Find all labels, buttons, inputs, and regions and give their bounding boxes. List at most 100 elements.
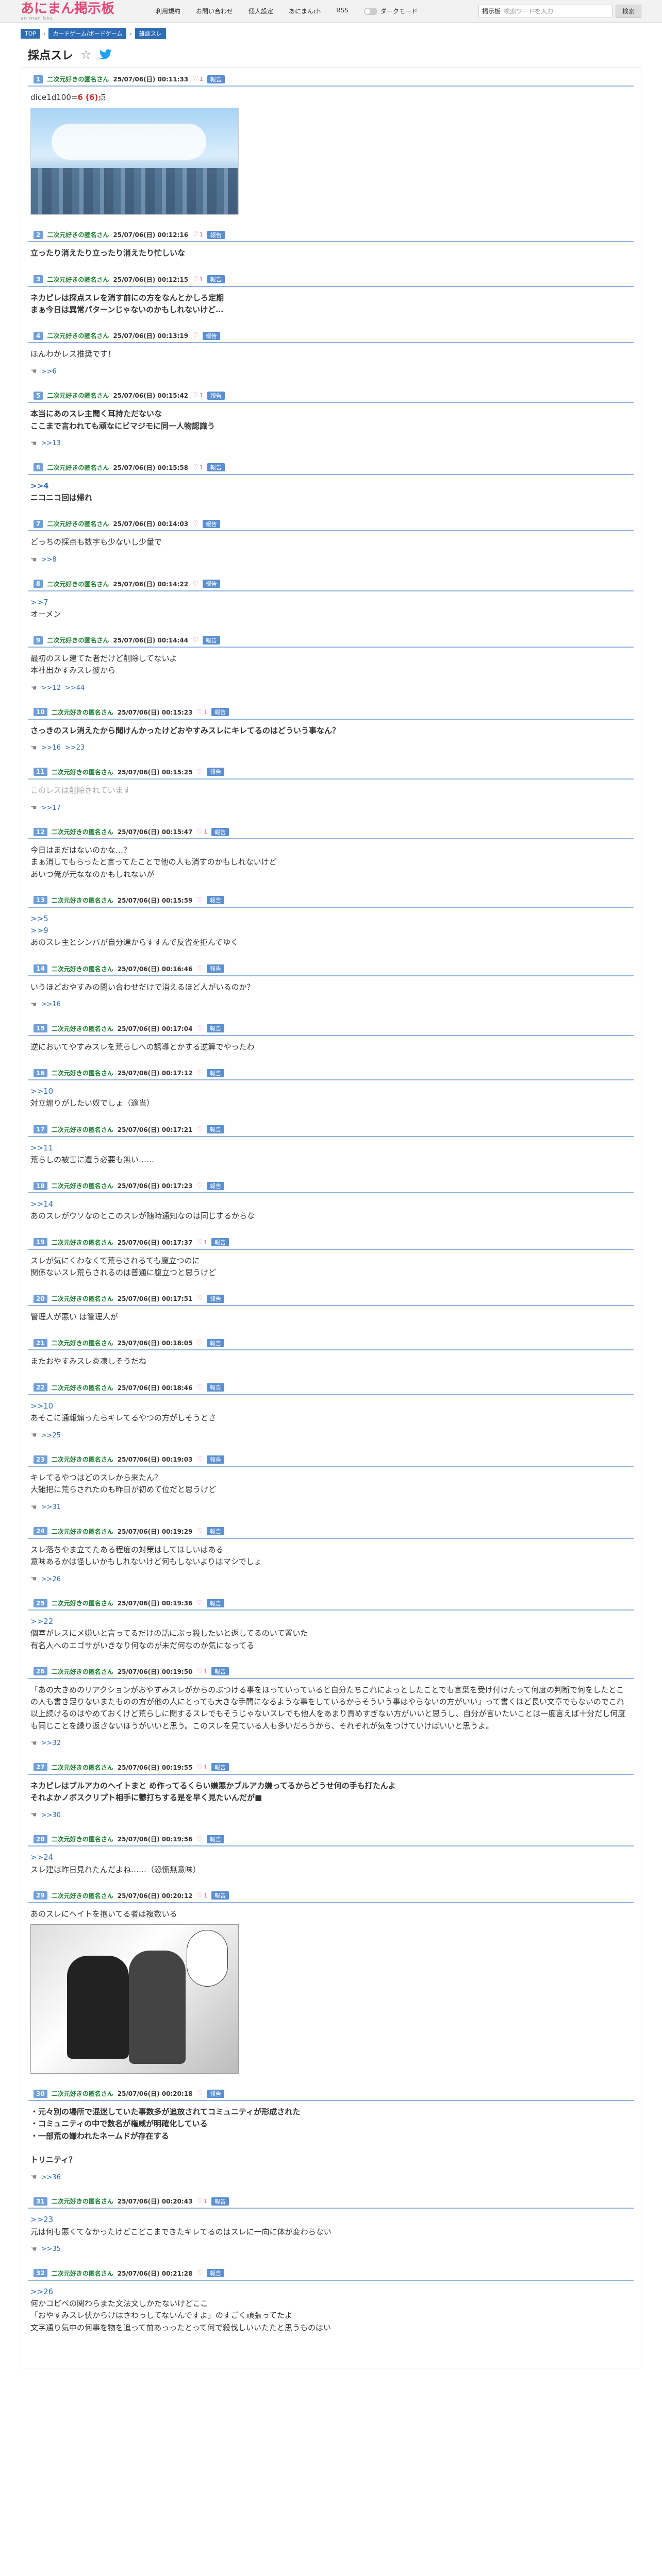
report-button[interactable]: 報告 [207, 1599, 225, 1607]
post-image[interactable] [30, 1924, 239, 2074]
reply-anchor-link[interactable]: >>4 [30, 480, 632, 492]
post-number[interactable]: 9 [34, 636, 43, 645]
post-number[interactable]: 1 [34, 75, 43, 83]
like-heart-icon[interactable]: ♡ [196, 1239, 203, 1246]
twitter-share-icon[interactable] [99, 49, 112, 60]
post-number[interactable]: 8 [34, 580, 43, 588]
reply-link[interactable]: >>12 [41, 684, 61, 692]
reply-link[interactable]: >>17 [41, 804, 61, 812]
reply-anchor-link[interactable]: >>10 [30, 1086, 632, 1097]
reply-link[interactable]: >>23 [65, 744, 85, 752]
favorite-star-icon[interactable]: ☆ [80, 47, 92, 62]
post-number[interactable]: 20 [34, 1294, 47, 1303]
post-number[interactable]: 4 [34, 331, 43, 340]
like-heart-icon[interactable]: ♡ [196, 1339, 203, 1347]
post-number[interactable]: 7 [34, 519, 43, 528]
like-heart-icon[interactable]: ♡ [196, 2090, 203, 2097]
reply-anchor-link[interactable]: >>5 [30, 913, 632, 925]
report-button[interactable]: 報告 [211, 1891, 229, 1900]
report-button[interactable]: 報告 [211, 1667, 229, 1676]
post-number[interactable]: 24 [34, 1527, 47, 1535]
report-button[interactable]: 報告 [207, 463, 225, 472]
like-heart-icon[interactable]: ♡ [196, 896, 203, 904]
report-button[interactable]: 報告 [207, 896, 225, 905]
nav-contact[interactable]: お問い合わせ [196, 7, 233, 15]
like-heart-icon[interactable]: ♡ [196, 1764, 203, 1771]
breadcrumb-board[interactable]: 雑談スレ [135, 28, 166, 39]
reply-link[interactable]: >>6 [41, 368, 57, 376]
like-heart-icon[interactable]: ♡ [196, 708, 203, 716]
post-number[interactable]: 29 [34, 1891, 47, 1900]
report-button[interactable]: 報告 [211, 708, 229, 716]
report-button[interactable]: 報告 [207, 2269, 225, 2278]
post-number[interactable]: 25 [34, 1599, 47, 1607]
post-number[interactable]: 5 [34, 391, 43, 400]
reply-link[interactable]: >>25 [41, 1432, 61, 1439]
like-heart-icon[interactable]: ♡ [192, 231, 198, 239]
report-button[interactable]: 報告 [207, 1069, 225, 1077]
report-button[interactable]: 報告 [207, 2089, 225, 2098]
report-button[interactable]: 報告 [207, 1835, 225, 1843]
darkmode-toggle[interactable]: ダークモード [363, 7, 418, 15]
report-button[interactable]: 報告 [211, 827, 229, 836]
search-input[interactable]: 掲示板 検索ワードを入力 [478, 4, 613, 18]
post-number[interactable]: 32 [34, 2269, 47, 2278]
report-button[interactable]: 報告 [207, 1455, 225, 1464]
reply-anchor-link[interactable]: >>9 [30, 925, 632, 937]
report-button[interactable]: 報告 [211, 2197, 229, 2206]
like-heart-icon[interactable]: ♡ [196, 1069, 203, 1077]
reply-anchor-link[interactable]: >>10 [30, 1400, 632, 1412]
reply-anchor-link[interactable]: >>11 [30, 1142, 632, 1154]
post-number[interactable]: 16 [34, 1069, 47, 1077]
reply-link[interactable]: >>16 [41, 744, 61, 752]
report-button[interactable]: 報告 [211, 1763, 229, 1772]
report-button[interactable]: 報告 [207, 230, 225, 239]
report-button[interactable]: 報告 [202, 519, 220, 528]
search-button[interactable]: 検索 [615, 4, 641, 18]
report-button[interactable]: 報告 [207, 75, 225, 83]
reply-anchor-link[interactable]: >>7 [30, 597, 632, 608]
like-heart-icon[interactable]: ♡ [192, 520, 198, 528]
reply-link[interactable]: >>32 [41, 1739, 61, 1747]
like-heart-icon[interactable]: ♡ [196, 1599, 203, 1607]
reply-anchor-link[interactable]: >>23 [30, 2214, 632, 2226]
nav-settings[interactable]: 個人設定 [249, 7, 273, 15]
post-number[interactable]: 13 [34, 896, 47, 905]
reply-link[interactable]: >>30 [41, 1811, 61, 1819]
site-logo[interactable]: あにまん掲示板 animan bbs [21, 2, 124, 21]
post-number[interactable]: 23 [34, 1455, 47, 1464]
reply-link[interactable]: >>31 [41, 1503, 61, 1511]
post-number[interactable]: 22 [34, 1383, 47, 1392]
reply-anchor-link[interactable]: >>14 [30, 1198, 632, 1210]
post-number[interactable]: 2 [34, 230, 43, 239]
nav-terms[interactable]: 利用規約 [156, 7, 180, 15]
report-button[interactable]: 報告 [202, 331, 220, 340]
like-heart-icon[interactable]: ♡ [196, 768, 203, 776]
reply-link[interactable]: >>8 [41, 556, 57, 564]
report-button[interactable]: 報告 [207, 275, 225, 283]
breadcrumb-category[interactable]: カードゲーム/ボードゲーム [48, 28, 127, 39]
like-heart-icon[interactable]: ♡ [196, 1295, 203, 1302]
like-heart-icon[interactable]: ♡ [196, 1528, 203, 1535]
post-number[interactable]: 11 [34, 768, 47, 776]
report-button[interactable]: 報告 [211, 1238, 229, 1246]
reply-link[interactable]: >>36 [41, 2174, 61, 2181]
like-heart-icon[interactable]: ♡ [196, 828, 203, 836]
report-button[interactable]: 報告 [207, 391, 225, 400]
toggle-switch[interactable] [363, 7, 377, 15]
post-number[interactable]: 26 [34, 1667, 47, 1676]
like-heart-icon[interactable]: ♡ [192, 392, 198, 399]
post-number[interactable]: 18 [34, 1181, 47, 1190]
reply-anchor-link[interactable]: >>26 [30, 2286, 632, 2298]
like-heart-icon[interactable]: ♡ [192, 464, 198, 471]
post-number[interactable]: 15 [34, 1024, 47, 1033]
post-number[interactable]: 31 [34, 2197, 47, 2206]
reply-link[interactable]: >>13 [41, 439, 61, 447]
post-number[interactable]: 14 [34, 964, 47, 973]
like-heart-icon[interactable]: ♡ [196, 965, 203, 973]
post-number[interactable]: 19 [34, 1238, 47, 1246]
like-heart-icon[interactable]: ♡ [196, 1455, 203, 1463]
post-number[interactable]: 6 [34, 463, 43, 472]
breadcrumb-top[interactable]: TOP [21, 28, 41, 39]
nav-rss[interactable]: RSS [336, 7, 349, 15]
